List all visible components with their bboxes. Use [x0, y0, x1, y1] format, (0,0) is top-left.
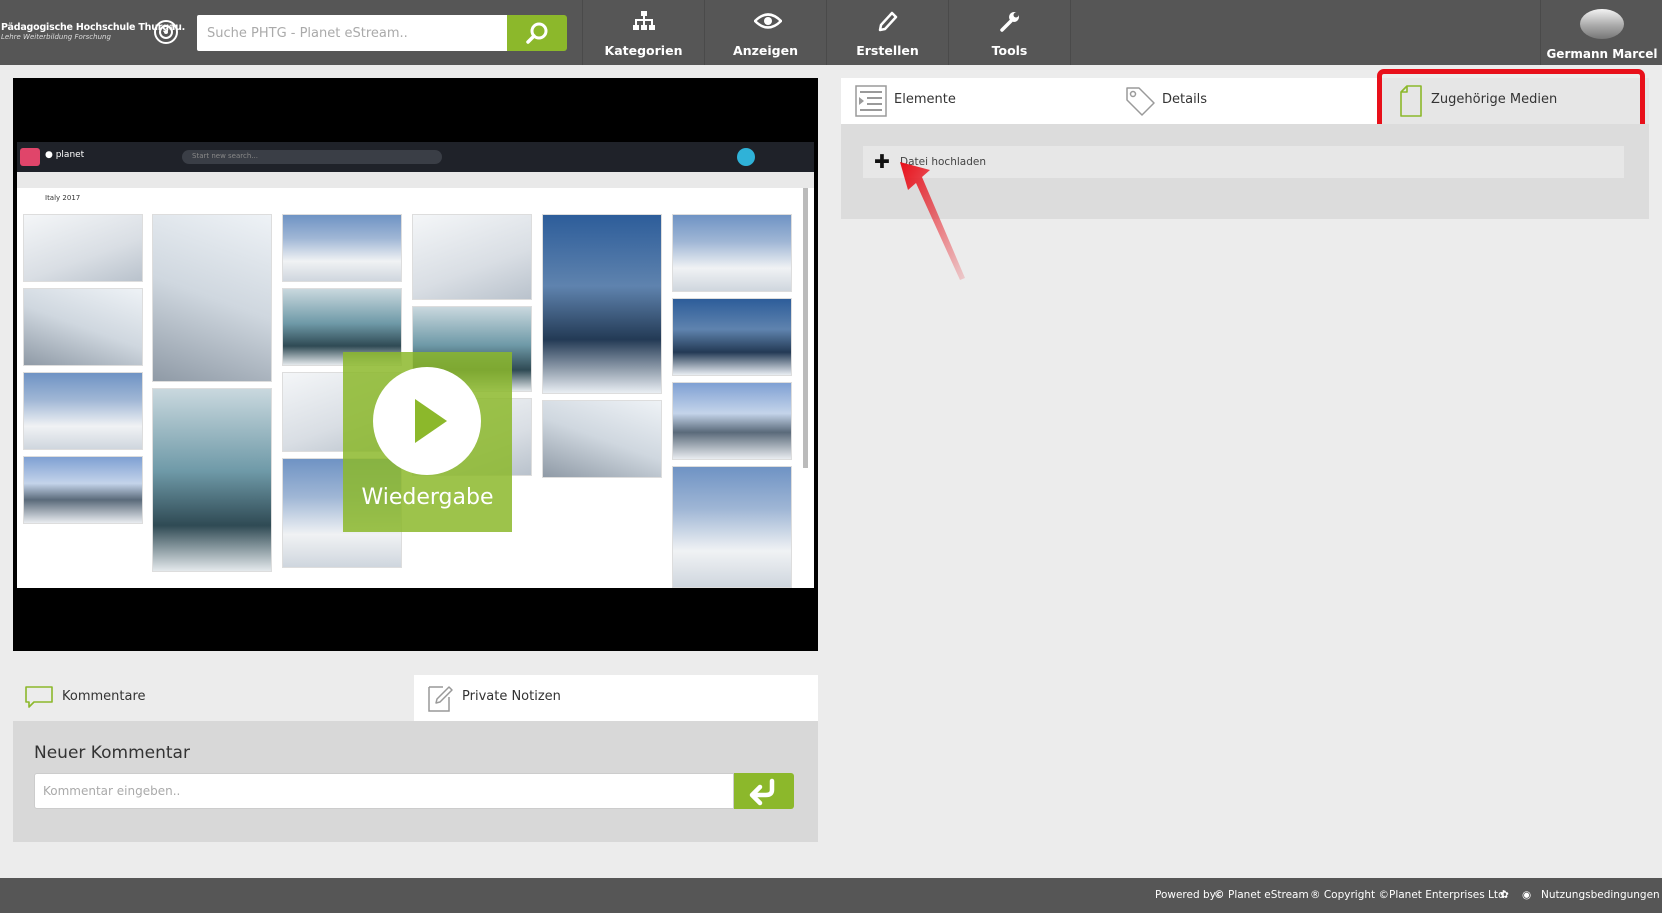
logo-mark-icon — [154, 20, 178, 44]
tab-details[interactable]: Details — [1109, 78, 1379, 124]
video-app-scrollbar — [803, 188, 808, 468]
photo-tile — [23, 456, 143, 524]
video-player[interactable]: ● planet Start new search... Italy 2017 — [13, 78, 818, 651]
tab-elemente[interactable]: Elemente — [841, 78, 1109, 124]
user-menu[interactable]: Germann Marcel — [1540, 0, 1662, 65]
tab-label: Private Notizen — [462, 689, 561, 704]
play-circle — [373, 367, 481, 475]
annotation-arrow-icon — [900, 162, 965, 280]
tab-label: Elemente — [894, 92, 956, 107]
footer-brand-icon: © — [1214, 889, 1225, 901]
search-input[interactable] — [197, 15, 507, 51]
play-label: Wiedergabe — [361, 485, 494, 510]
video-app-logo-icon — [20, 148, 40, 166]
video-app-search-placeholder: Start new search... — [192, 152, 258, 160]
new-comment-title: Neuer Kommentar — [34, 743, 190, 763]
video-app-topbar: ● planet Start new search... — [17, 142, 814, 172]
photo-tile — [412, 214, 532, 300]
video-app-search: Start new search... — [182, 150, 442, 164]
top-bar: Pädagogische Hochschule Thurgau. Lehre W… — [0, 0, 1662, 65]
tab-label: Details — [1162, 92, 1208, 107]
video-app-brand: ● planet — [45, 150, 85, 160]
pencil-icon — [878, 11, 898, 32]
photo-tile — [23, 372, 143, 450]
wrench-icon — [1000, 12, 1019, 32]
logo[interactable]: Pädagogische Hochschule Thurgau. Lehre W… — [0, 0, 185, 65]
nav-anzeigen[interactable]: Anzeigen — [704, 0, 826, 65]
nav-label: Tools — [991, 43, 1028, 58]
photo-tile — [672, 298, 792, 376]
photo-tile — [542, 214, 662, 394]
play-icon — [415, 399, 447, 443]
photo-tile — [672, 214, 792, 292]
photo-tile — [23, 214, 143, 282]
user-name: Germann Marcel — [1546, 47, 1658, 61]
avatar — [1580, 9, 1624, 39]
nav-label: Anzeigen — [733, 43, 798, 58]
highlight-box — [1377, 69, 1645, 131]
sitemap-icon — [633, 11, 655, 30]
list-icon — [855, 85, 887, 117]
cookie-icon[interactable]: ✿ — [1500, 889, 1509, 901]
tab-label: Kommentare — [62, 689, 146, 704]
search-icon — [526, 22, 548, 44]
tab-private-notizen[interactable]: Private Notizen — [414, 675, 818, 721]
nav-tools[interactable]: Tools — [948, 0, 1071, 65]
nav-kategorien[interactable]: Kategorien — [582, 0, 704, 65]
photo-tile — [672, 382, 792, 460]
video-app-toolbar — [17, 172, 814, 188]
photo-tile — [152, 214, 272, 382]
footer-copyright: ® Copyright ©Planet Enterprises Ltd — [1310, 889, 1505, 901]
plus-icon: ✚ — [874, 151, 890, 173]
footer-powered-by: Powered by — [1155, 889, 1216, 901]
video-app-title: Italy 2017 — [45, 194, 81, 202]
reply-arrow-icon — [749, 778, 775, 806]
rss-icon[interactable]: ◉ — [1522, 889, 1531, 901]
comment-tabs: Kommentare Private Notizen — [13, 675, 818, 721]
nav-label: Kategorien — [604, 43, 683, 58]
speech-bubble-icon — [25, 686, 53, 708]
logo-subtitle: Lehre Weiterbildung Forschung — [1, 33, 111, 41]
photo-tile — [672, 466, 792, 588]
photo-tile — [23, 288, 143, 366]
photo-tile — [542, 400, 662, 478]
eye-icon — [754, 13, 782, 29]
search-button[interactable] — [507, 15, 567, 51]
photo-tile — [282, 214, 402, 282]
nav-erstellen[interactable]: Erstellen — [826, 0, 948, 65]
tag-icon — [1126, 87, 1155, 116]
photo-tile — [152, 388, 272, 572]
nav-label: Erstellen — [856, 43, 919, 58]
footer-terms-link[interactable]: Nutzungsbedingungen — [1541, 889, 1660, 901]
play-button[interactable]: Wiedergabe — [343, 352, 512, 532]
comment-input[interactable] — [34, 773, 734, 809]
footer-brand: Planet eStream — [1228, 889, 1309, 901]
footer: Powered by © Planet eStream ® Copyright … — [0, 878, 1662, 913]
note-edit-icon — [428, 686, 453, 712]
submit-comment-button[interactable] — [734, 773, 794, 809]
video-app-avatar-icon — [737, 148, 755, 166]
tab-kommentare[interactable]: Kommentare — [13, 675, 414, 721]
comment-panel: Neuer Kommentar — [13, 721, 818, 842]
